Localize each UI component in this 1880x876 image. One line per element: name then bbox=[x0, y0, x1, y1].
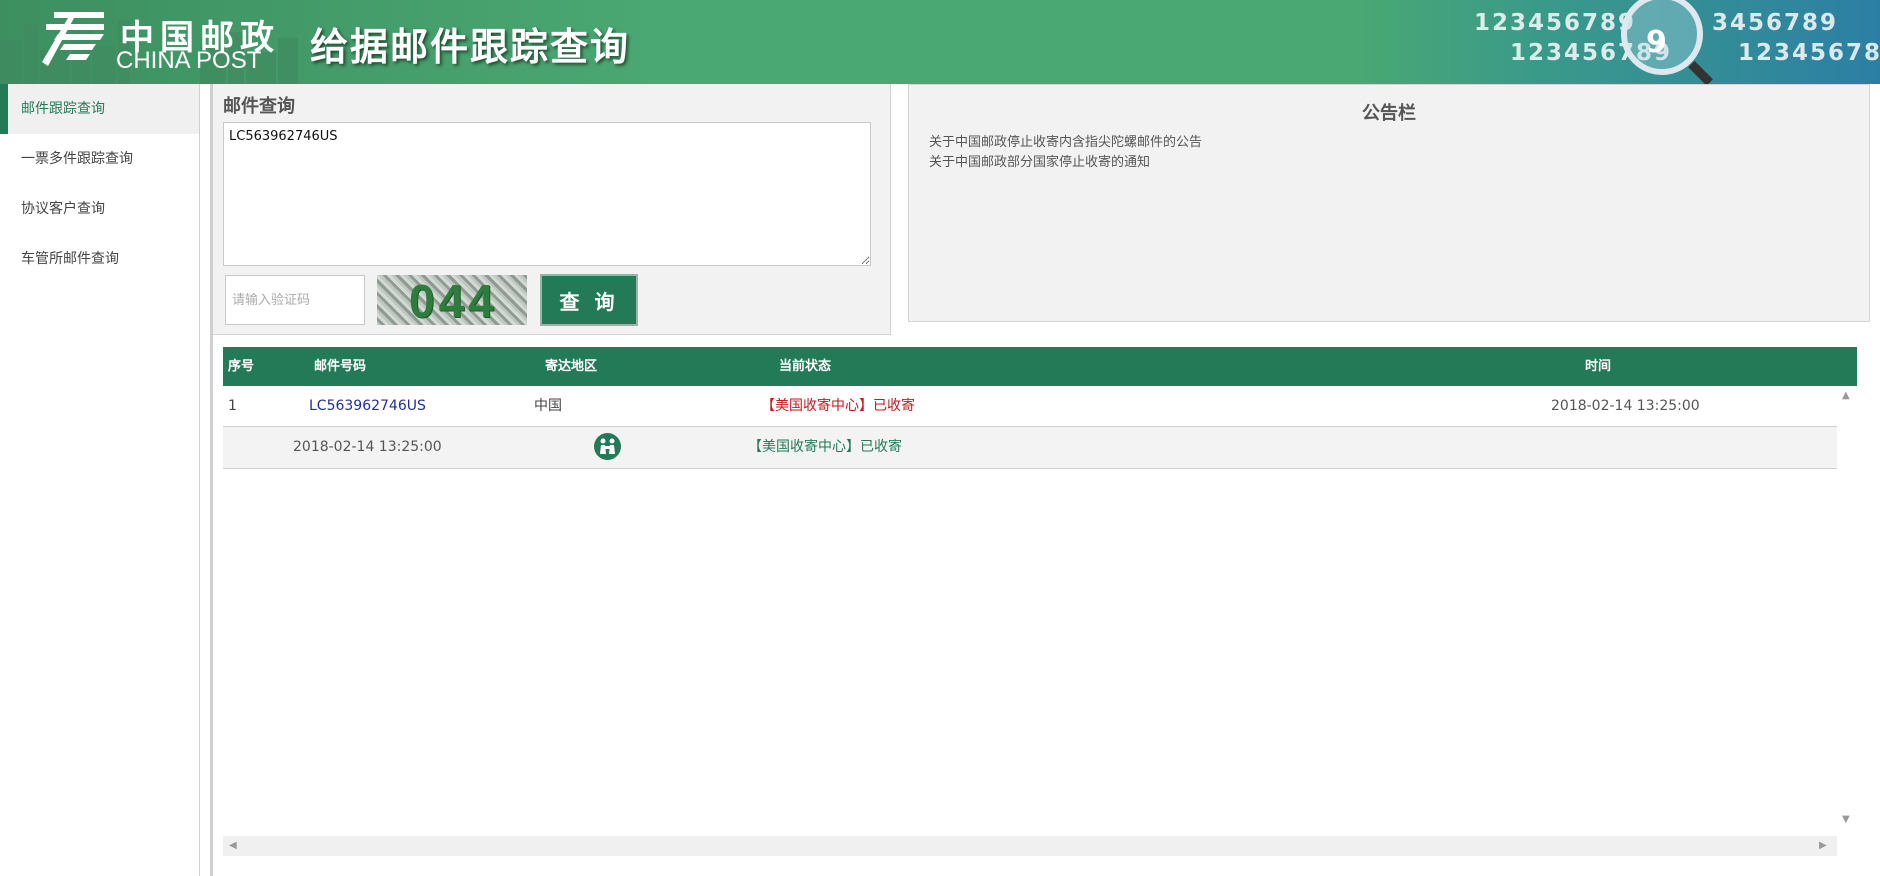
column-header-current-status: 当前状态 bbox=[779, 359, 832, 374]
scroll-left-arrow-icon[interactable]: ◀ bbox=[229, 840, 237, 851]
sidebar-item-contract-customer[interactable]: 协议客户查询 bbox=[0, 184, 199, 234]
notice-board: 公告栏 关于中国邮政停止收寄内含指尖陀螺邮件的公告 关于中国邮政部分国家停止收寄… bbox=[908, 84, 1870, 322]
sidebar-item-multi-piece-tracking[interactable]: 一票多件跟踪查询 bbox=[0, 134, 199, 184]
sidebar-item-mail-tracking[interactable]: 邮件跟踪查询 bbox=[0, 84, 199, 134]
column-header-index: 序号 bbox=[228, 359, 255, 374]
magnifier-icon: 9 bbox=[1621, 0, 1713, 84]
row-index: 1 bbox=[228, 398, 237, 414]
decorative-numbers: 3456789 bbox=[1712, 10, 1839, 36]
notice-list: 关于中国邮政停止收寄内含指尖陀螺邮件的公告 关于中国邮政部分国家停止收寄的通知 bbox=[929, 133, 1202, 173]
time-cell: 2018-02-14 13:25:00 bbox=[1551, 398, 1700, 414]
results-area: 序号 邮件号码 寄达地区 当前状态 时间 1 LC563962746US 中国 … bbox=[213, 335, 1880, 876]
page-title: 给据邮件跟踪查询 bbox=[310, 25, 631, 69]
column-header-time: 时间 bbox=[1585, 359, 1612, 374]
destination-cell: 中国 bbox=[534, 398, 562, 414]
query-button[interactable]: 查 询 bbox=[540, 274, 638, 326]
tracking-detail-row: 2018-02-14 13:25:00 【美国收寄中心】已收寄 bbox=[223, 427, 1837, 469]
detail-time: 2018-02-14 13:25:00 bbox=[293, 439, 442, 455]
table-row[interactable]: 1 LC563962746US 中国 【美国收寄中心】已收寄 2018-02-1… bbox=[223, 386, 1837, 427]
tracking-number-input[interactable] bbox=[223, 122, 871, 266]
results-table-header: 序号 邮件号码 寄达地区 当前状态 时间 bbox=[223, 347, 1857, 386]
china-post-logo-icon bbox=[42, 12, 104, 66]
logo-english-text: CHINA POST bbox=[116, 47, 262, 74]
site-header: 中国邮政 CHINA POST 给据邮件跟踪查询 123456789 12345… bbox=[0, 0, 1880, 84]
query-panel: 邮件查询 044 查 询 bbox=[213, 84, 891, 335]
scroll-down-arrow-icon[interactable]: ▼ bbox=[1842, 814, 1850, 825]
tracking-number-link[interactable]: LC563962746US bbox=[309, 386, 426, 426]
column-header-destination: 寄达地区 bbox=[545, 359, 598, 374]
sidebar-item-vehicle-office-mail[interactable]: 车管所邮件查询 bbox=[0, 234, 199, 284]
decorative-numbers: 123456789 bbox=[1738, 40, 1880, 66]
notice-board-title: 公告栏 bbox=[1362, 103, 1416, 124]
captcha-text: 044 bbox=[409, 275, 498, 325]
notice-link[interactable]: 关于中国邮政部分国家停止收寄的通知 bbox=[929, 153, 1202, 173]
detail-event: 【美国收寄中心】已收寄 bbox=[748, 439, 902, 455]
handover-icon bbox=[594, 433, 621, 460]
current-status-cell: 【美国收寄中心】已收寄 bbox=[761, 398, 915, 414]
svg-text:9: 9 bbox=[1646, 25, 1667, 60]
horizontal-scrollbar[interactable]: ◀ ▶ bbox=[223, 836, 1837, 856]
sidebar-nav: 邮件跟踪查询 一票多件跟踪查询 协议客户查询 车管所邮件查询 bbox=[0, 84, 200, 876]
vertical-scrollbar[interactable]: ▲ ▼ bbox=[1837, 386, 1857, 830]
captcha-input[interactable] bbox=[225, 275, 365, 325]
column-header-tracking-number: 邮件号码 bbox=[314, 359, 367, 374]
captcha-image[interactable]: 044 bbox=[377, 275, 527, 325]
notice-link[interactable]: 关于中国邮政停止收寄内含指尖陀螺邮件的公告 bbox=[929, 133, 1202, 153]
scroll-up-arrow-icon[interactable]: ▲ bbox=[1842, 390, 1850, 401]
scroll-right-arrow-icon[interactable]: ▶ bbox=[1819, 840, 1827, 851]
query-panel-title: 邮件查询 bbox=[223, 96, 295, 117]
